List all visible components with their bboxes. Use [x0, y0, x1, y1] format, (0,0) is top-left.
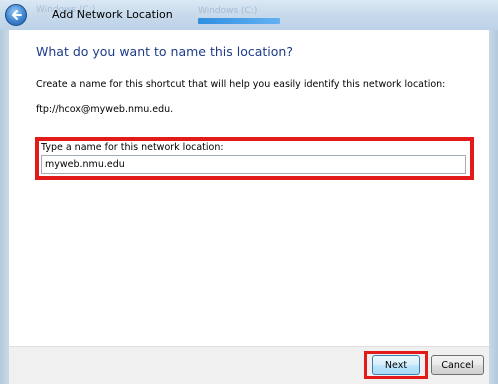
- next-button[interactable]: Next: [372, 355, 420, 375]
- location-name-input[interactable]: [41, 155, 466, 174]
- wizard-page: What do you want to name this location? …: [9, 30, 489, 346]
- wizard-footer: Next Cancel: [9, 346, 489, 384]
- background-drive-bar: [198, 18, 280, 24]
- back-arrow-icon: [12, 10, 22, 20]
- next-button-highlight: Next: [364, 351, 428, 379]
- name-field-group: Type a name for this network location:: [35, 137, 474, 180]
- window-title: Add Network Location: [52, 8, 173, 21]
- location-url: ftp://hcox@myweb.nmu.edu.: [36, 104, 174, 115]
- title-bar: Windows (C:) Windows (C:) Add Network Lo…: [0, 0, 498, 30]
- window-frame-left: [0, 30, 9, 384]
- page-heading: What do you want to name this location?: [36, 44, 293, 59]
- back-button[interactable]: [5, 4, 27, 26]
- cancel-button[interactable]: Cancel: [431, 355, 484, 375]
- page-description: Create a name for this shortcut that wil…: [36, 79, 446, 90]
- name-field-label: Type a name for this network location:: [41, 142, 224, 153]
- window-frame-right: [489, 30, 498, 384]
- background-ghost-text: Windows (C:): [198, 6, 258, 16]
